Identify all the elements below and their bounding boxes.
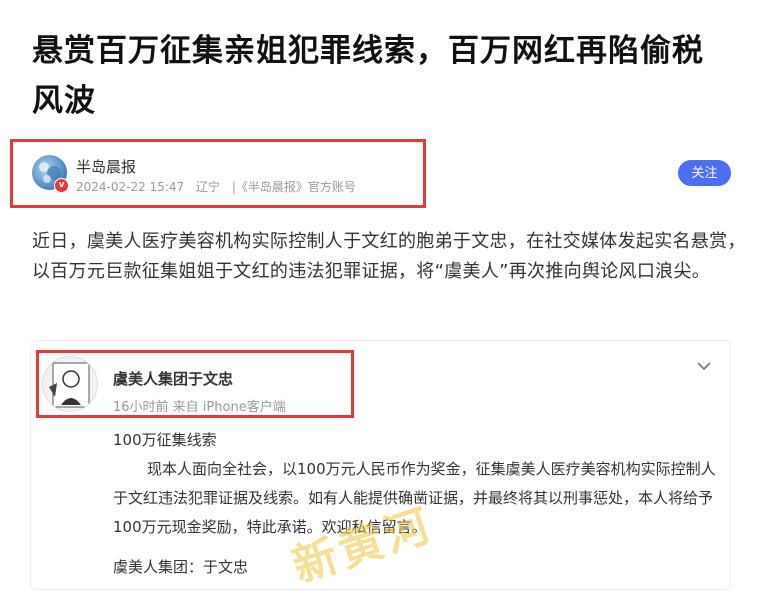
weibo-author-name[interactable]: 虞美人集团于文忠 <box>113 368 233 389</box>
weibo-text: 现本人面向全社会，以100万元人民币作为奖金，征集虞美人医疗美容机构实际控制人于… <box>113 460 716 536</box>
publish-datetime: 2024-02-22 15:47 <box>76 180 185 194</box>
article-title: 悬赏百万征集亲姐犯罪线索，百万网红再陷偷税风波 <box>32 33 704 119</box>
publish-location: 辽宁 <box>195 180 220 194</box>
verified-badge-icon: v <box>54 178 69 193</box>
article-lead: 近日，虞美人医疗美容机构实际控制人于文红的胞弟于文忠，在社交媒体发起实名悬赏，以… <box>32 231 746 282</box>
weibo-meta: 16小时前 来自 iPhone客户端 <box>113 400 286 415</box>
source-name[interactable]: 半岛晨报 <box>76 156 136 177</box>
weibo-body: 100万征集线索 现本人面向全社会，以100万元人民币作为奖金，征集虞美人医疗美… <box>113 426 723 542</box>
weibo-heading: 100万征集线索 <box>113 431 217 449</box>
source-highlight-box <box>10 139 426 208</box>
chevron-down-icon[interactable] <box>695 358 713 372</box>
weibo-signature: 虞美人集团：于文忠 <box>113 558 249 576</box>
source-meta: 2024-02-22 15:47 辽宁 |《半岛晨报》官方账号 <box>76 178 364 195</box>
follow-button[interactable]: 关注 <box>678 160 731 186</box>
source-account: |《半岛晨报》官方账号 <box>231 180 356 194</box>
